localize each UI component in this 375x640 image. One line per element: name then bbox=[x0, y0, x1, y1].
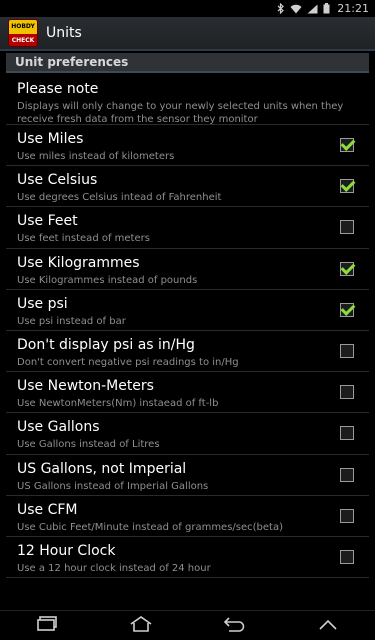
wifi-icon bbox=[290, 0, 302, 18]
recent-apps-button[interactable] bbox=[25, 614, 69, 638]
checkbox[interactable] bbox=[340, 343, 354, 358]
navigation-bar bbox=[0, 610, 375, 640]
checkbox[interactable] bbox=[340, 220, 354, 235]
pref-summary: Use psi instead of bar bbox=[17, 315, 126, 327]
note-item: Please note Displays will only change to… bbox=[6, 73, 369, 125]
recent-apps-icon bbox=[36, 615, 58, 636]
pref-summary: US Gallons instead of Imperial Gallons bbox=[17, 480, 209, 492]
pref-title: Use Newton-Meters bbox=[17, 378, 154, 395]
pref-use-celsius[interactable]: Use Celsius Use degrees Celsius intead o… bbox=[6, 166, 369, 208]
pref-use-feet[interactable]: Use Feet Use feet instead of meters bbox=[6, 207, 369, 249]
pref-title: Use Feet bbox=[17, 213, 78, 230]
pref-psi-inhg[interactable]: Don't display psi as in/Hg Don't convert… bbox=[6, 331, 369, 373]
pref-summary: Use Kilogrammes instead of pounds bbox=[17, 274, 198, 286]
battery-icon bbox=[323, 0, 330, 18]
checkbox[interactable] bbox=[340, 549, 354, 564]
checkbox[interactable] bbox=[340, 261, 354, 276]
home-button[interactable] bbox=[119, 614, 163, 638]
action-bar: HOBDY CHECK Units bbox=[0, 17, 375, 51]
home-icon bbox=[129, 615, 153, 636]
pref-use-newton-meters[interactable]: Use Newton-Meters Use NewtonMeters(Nm) i… bbox=[6, 372, 369, 414]
pref-summary: Use a 12 hour clock instead of 24 hour bbox=[17, 562, 211, 574]
preferences-list: Unit preferences Please note Displays wi… bbox=[6, 53, 369, 610]
pref-summary: Don't convert negative psi readings to i… bbox=[17, 356, 239, 368]
back-button[interactable] bbox=[212, 614, 256, 638]
pref-title: Use Gallons bbox=[17, 419, 100, 436]
app-logo-icon[interactable]: HOBDY CHECK bbox=[8, 19, 38, 47]
pref-12-hour-clock[interactable]: 12 Hour Clock Use a 12 hour clock instea… bbox=[6, 537, 369, 579]
pref-title: 12 Hour Clock bbox=[17, 542, 116, 559]
app-logo-text-bottom: CHECK bbox=[11, 37, 35, 44]
back-icon bbox=[222, 616, 246, 636]
pref-summary: Use Gallons instead of Litres bbox=[17, 439, 160, 451]
checkbox[interactable] bbox=[340, 302, 354, 317]
menu-up-icon bbox=[318, 616, 338, 635]
pref-title: Don't display psi as in/Hg bbox=[17, 336, 195, 353]
pref-title: US Gallons, not Imperial bbox=[17, 460, 187, 477]
checkbox[interactable] bbox=[340, 179, 354, 194]
note-title: Please note bbox=[17, 81, 99, 97]
pref-summary: Use degrees Celsius intead of Fahrenheit bbox=[17, 192, 222, 204]
checkbox[interactable] bbox=[340, 508, 354, 523]
pref-title: Use Celsius bbox=[17, 172, 98, 189]
pref-title: Use Kilogrammes bbox=[17, 254, 140, 271]
note-text: Displays will only change to your newly … bbox=[17, 101, 344, 125]
pref-us-gallons[interactable]: US Gallons, not Imperial US Gallons inst… bbox=[6, 455, 369, 496]
pref-title: Use Miles bbox=[17, 131, 84, 147]
pref-title: Use psi bbox=[17, 295, 68, 312]
checkbox[interactable] bbox=[340, 385, 354, 400]
section-header: Unit preferences bbox=[6, 53, 369, 73]
pref-title: Use CFM bbox=[17, 501, 78, 518]
checkbox[interactable] bbox=[340, 138, 354, 152]
pref-summary: Use NewtonMeters(Nm) instaead of ft-lb bbox=[17, 398, 219, 410]
pref-summary: Use feet instead of meters bbox=[17, 233, 150, 245]
pref-use-psi[interactable]: Use psi Use psi instead of bar bbox=[6, 290, 369, 331]
signal-icon bbox=[307, 0, 318, 18]
pref-use-miles[interactable]: Use Miles Use miles instead of kilometer… bbox=[6, 125, 369, 167]
pref-use-gallons[interactable]: Use Gallons Use Gallons instead of Litre… bbox=[6, 413, 369, 455]
bluetooth-icon bbox=[277, 0, 285, 18]
page-title: Units bbox=[46, 25, 82, 41]
checkbox[interactable] bbox=[340, 467, 354, 482]
pref-use-cfm[interactable]: Use CFM Use Cubic Feet/Minute instead of… bbox=[6, 496, 369, 537]
status-bar: 21:21 bbox=[0, 0, 375, 17]
pref-use-kilogrammes[interactable]: Use Kilogrammes Use Kilogrammes instead … bbox=[6, 249, 369, 290]
app-logo-text-top: HOBDY bbox=[11, 23, 35, 30]
pref-summary: Use miles instead of kilometers bbox=[17, 151, 175, 162]
checkbox[interactable] bbox=[340, 426, 354, 441]
status-time: 21:21 bbox=[337, 2, 369, 15]
menu-up-button[interactable] bbox=[306, 614, 350, 638]
pref-summary: Use Cubic Feet/Minute instead of grammes… bbox=[17, 521, 284, 533]
